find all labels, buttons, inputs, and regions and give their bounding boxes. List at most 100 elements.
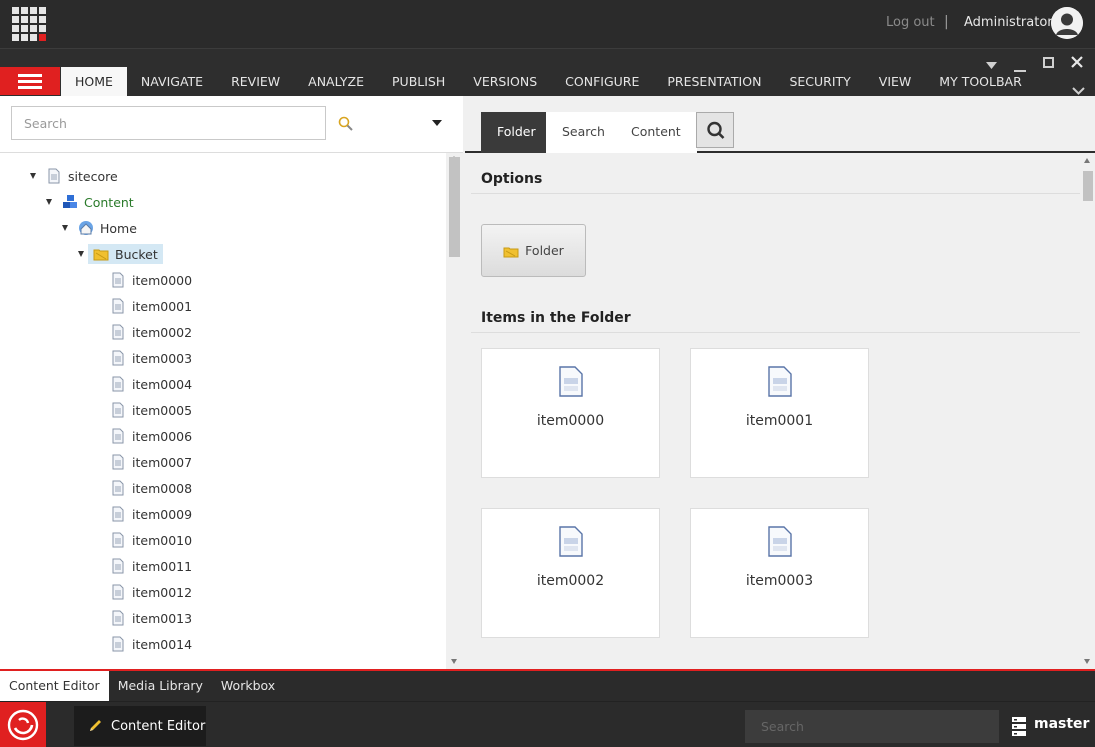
ribbon-tab-analyze[interactable]: ANALYZE <box>294 67 378 97</box>
document-icon <box>112 532 124 548</box>
tree-node-label: item0002 <box>132 324 193 340</box>
insert-folder-button[interactable]: Folder <box>481 224 586 277</box>
folder-icon <box>503 247 519 257</box>
tree-node-sitecore[interactable]: sitecore <box>30 165 118 187</box>
collapse-arrow-icon[interactable] <box>30 173 36 179</box>
close-icon[interactable] <box>1071 56 1083 71</box>
home-icon <box>79 221 93 235</box>
collapse-arrow-icon[interactable] <box>78 251 84 257</box>
tab-content[interactable]: Content <box>615 112 697 153</box>
document-icon <box>112 428 124 444</box>
document-icon <box>112 584 124 600</box>
tab-search[interactable]: Search <box>546 112 621 153</box>
tree-node-item[interactable]: item0012 <box>110 581 192 603</box>
tree-node-item[interactable]: item0014 <box>110 633 192 655</box>
launchpad-icon[interactable] <box>12 7 46 41</box>
sitecore-start-button[interactable] <box>0 702 46 747</box>
document-icon <box>112 558 124 574</box>
ribbon-tab-view[interactable]: VIEW <box>865 67 926 97</box>
item-card-label: item0002 <box>536 573 605 589</box>
item-card[interactable]: item0002 <box>481 508 660 638</box>
ribbon-tab-publish[interactable]: PUBLISH <box>378 67 459 97</box>
tree-node-item[interactable]: item0001 <box>110 295 192 317</box>
tree-node-item[interactable]: item0013 <box>110 607 192 629</box>
tree-node-item[interactable]: item0008 <box>110 477 192 499</box>
scroll-down-icon[interactable] <box>1084 659 1090 664</box>
content-cubes-icon <box>63 195 77 208</box>
tree-node-item[interactable]: item0002 <box>110 321 192 343</box>
document-icon <box>112 402 124 418</box>
document-icon <box>112 636 124 652</box>
ribbon-tab-versions[interactable]: VERSIONS <box>459 67 551 97</box>
tree-node-home[interactable]: Home <box>62 217 137 239</box>
item-card[interactable]: item0000 <box>481 348 660 478</box>
tab-media-library[interactable]: Media Library <box>109 671 212 701</box>
database-icon[interactable] <box>1011 716 1027 740</box>
tree-node-item[interactable]: item0005 <box>110 399 192 421</box>
application-tabs: Content Editor Media Library Workbox <box>0 671 1095 701</box>
document-icon <box>768 526 792 557</box>
search-options-chevron-icon[interactable] <box>432 120 442 126</box>
tree-node-content[interactable]: Content <box>46 191 134 213</box>
collapse-arrow-icon[interactable] <box>62 225 68 231</box>
tree-node-item[interactable]: item0000 <box>110 269 192 291</box>
search-button[interactable] <box>696 112 734 148</box>
tree-node-item[interactable]: item0003 <box>110 347 192 369</box>
tree-node-item[interactable]: item0011 <box>110 555 192 577</box>
ribbon-tab-presentation[interactable]: PRESENTATION <box>653 67 775 97</box>
ribbon-tab-navigate[interactable]: NAVIGATE <box>127 67 217 97</box>
scroll-up-icon[interactable] <box>1084 158 1090 163</box>
ribbon-dropdown-icon[interactable] <box>986 59 997 73</box>
logout-link[interactable]: Log out <box>886 15 935 30</box>
divider <box>471 193 1080 194</box>
search-icon[interactable] <box>338 116 354 136</box>
tree-node-item[interactable]: item0009 <box>110 503 192 525</box>
database-name[interactable]: master <box>1034 716 1089 732</box>
tree-node-item[interactable]: item0007 <box>110 451 192 473</box>
item-card-label: item0003 <box>745 573 814 589</box>
tab-folder[interactable]: Folder <box>481 112 552 153</box>
item-card[interactable]: item0001 <box>690 348 869 478</box>
document-icon <box>112 454 124 470</box>
editor-tabs: Folder Search Content <box>465 96 1095 153</box>
tree-node-label: item0012 <box>132 584 193 600</box>
items-title: Items in the Folder <box>481 310 631 326</box>
taskbar-search-input[interactable] <box>745 710 999 743</box>
tab-workbox[interactable]: Workbox <box>212 671 284 701</box>
ribbon-tab-configure[interactable]: CONFIGURE <box>551 67 653 97</box>
content-tree-pane: sitecore Content Home Bucket item0000 it… <box>0 96 463 669</box>
tree-node-item[interactable]: item0004 <box>110 373 192 395</box>
content-tree: sitecore Content Home Bucket item0000 it… <box>0 153 446 669</box>
selected-node-highlight: Bucket <box>88 244 163 264</box>
username[interactable]: Administrator <box>964 15 1053 30</box>
top-header: Log out | Administrator <box>0 0 1095 48</box>
tree-node-item[interactable]: item0010 <box>110 529 192 551</box>
scroll-thumb[interactable] <box>449 157 460 257</box>
tree-node-label: item0000 <box>132 272 193 288</box>
ribbon-tab-security[interactable]: SECURITY <box>775 67 864 97</box>
tree-node-item[interactable]: item0006 <box>110 425 192 447</box>
tree-node-bucket[interactable]: Bucket <box>78 243 163 265</box>
tree-node-label: item0010 <box>132 532 193 548</box>
item-card[interactable]: item0003 <box>690 508 869 638</box>
ribbon-tab-review[interactable]: REVIEW <box>217 67 294 97</box>
ribbon-tab-home[interactable]: HOME <box>61 67 127 97</box>
item-card-label: item0001 <box>745 413 814 429</box>
tab-content-editor[interactable]: Content Editor <box>0 671 109 701</box>
scroll-thumb[interactable] <box>1083 171 1093 201</box>
menu-button[interactable] <box>0 67 60 95</box>
editor-scrollbar[interactable] <box>1080 155 1095 669</box>
tree-node-label: item0003 <box>132 350 193 366</box>
document-icon <box>112 350 124 366</box>
search-icon <box>707 121 725 139</box>
scroll-down-icon[interactable] <box>451 659 457 664</box>
maximize-icon[interactable] <box>1043 57 1054 71</box>
tree-search-input[interactable] <box>11 106 326 140</box>
tree-scrollbar[interactable] <box>446 153 463 669</box>
tree-node-label: Home <box>100 220 137 236</box>
collapse-arrow-icon[interactable] <box>46 199 52 205</box>
minimize-icon[interactable] <box>1014 61 1026 75</box>
taskbar-app-content-editor[interactable]: Content Editor <box>74 706 206 746</box>
tree-node-label: item0007 <box>132 454 193 470</box>
avatar[interactable] <box>1051 7 1083 39</box>
